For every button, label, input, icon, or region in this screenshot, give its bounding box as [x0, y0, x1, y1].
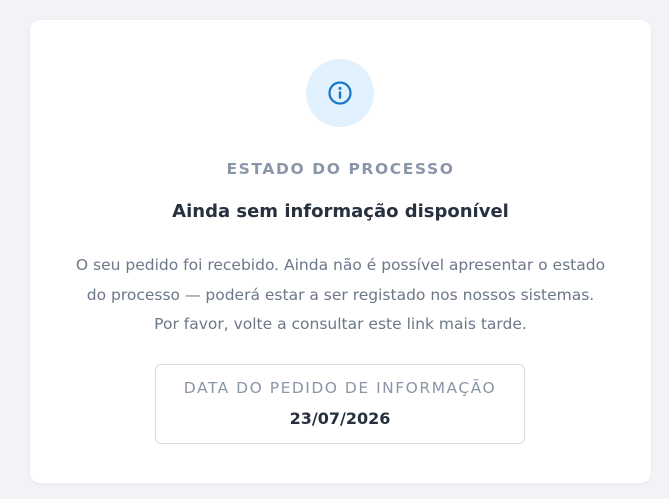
status-message-line: do processo — poderá estar a ser regista… — [86, 285, 595, 304]
request-date-box: DATA DO PEDIDO DE INFORMAÇÃO 23/07/2026 — [155, 364, 525, 444]
request-date-value: 23/07/2026 — [289, 409, 391, 428]
request-date-label: DATA DO PEDIDO DE INFORMAÇÃO — [183, 379, 497, 397]
status-message-line: Por favor, volte a consultar este link m… — [154, 315, 527, 333]
info-icon-badge — [306, 59, 374, 127]
status-message-line: O seu pedido foi recebido. Ainda não é p… — [75, 256, 606, 274]
status-card: ESTADO DO PROCESSO Ainda sem informação … — [30, 20, 651, 483]
info-icon — [328, 81, 352, 105]
status-eyebrow: ESTADO DO PROCESSO — [226, 160, 455, 178]
status-title: Ainda sem informação disponível — [172, 201, 509, 222]
status-message: O seu pedido foi recebido. Ainda não é p… — [50, 251, 631, 340]
